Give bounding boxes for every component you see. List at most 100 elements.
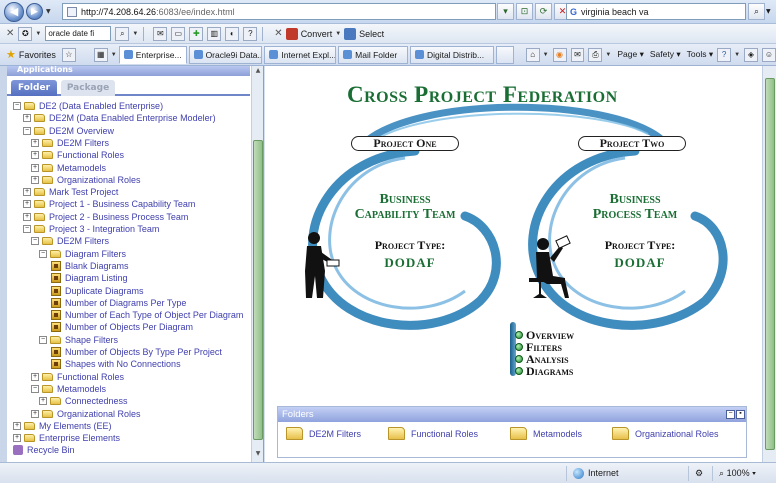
expand-icon[interactable]: + [13, 421, 21, 430]
tree-item[interactable]: Number of Each Type of Object Per Diagra… [51, 309, 243, 321]
favorites-star-icon[interactable]: ★ [6, 48, 16, 61]
tree-item[interactable]: + Enterprise Elements [13, 432, 120, 444]
collapse-icon[interactable]: − [31, 237, 39, 246]
link-diagrams[interactable]: Diagrams [515, 364, 574, 378]
collapse-icon[interactable]: − [23, 126, 31, 135]
left-scrollbar[interactable]: ▲ ▼ [251, 66, 263, 462]
collapse-icon[interactable]: − [13, 102, 21, 110]
tree-item[interactable]: + Connectedness [39, 395, 128, 407]
tab-package[interactable]: Package [61, 80, 115, 96]
add-favorite-icon[interactable]: ☆ [61, 47, 76, 62]
tools-menu[interactable]: Tools ▾ [687, 49, 713, 60]
expand-icon[interactable]: + [31, 163, 39, 172]
add-icon[interactable]: ✚ [189, 26, 204, 41]
tree-item[interactable]: + Organizational Roles [31, 408, 141, 420]
print-dropdown-icon[interactable]: ▼ [605, 52, 611, 58]
expand-icon[interactable]: + [13, 434, 21, 443]
status-zone[interactable]: Internet [566, 466, 686, 481]
search-input[interactable]: G virginia beach va [566, 3, 746, 20]
refresh-icon[interactable]: ⟳ [535, 3, 552, 20]
address-input[interactable]: http://74.208.64.26:6083/ee/index.html [62, 3, 496, 20]
forward-arrow-icon[interactable]: ▶ [26, 3, 43, 20]
toolbar-search-dropdown-icon[interactable]: ▼ [132, 31, 138, 37]
feeds-icon[interactable]: ◉ [552, 47, 567, 62]
tree-item[interactable]: + Project 2 - Business Process Team [23, 211, 188, 223]
collapse-icon[interactable]: − [31, 384, 39, 393]
main-scroll-thumb[interactable] [765, 78, 775, 450]
close-toolbar-icon[interactable]: ✕ [6, 28, 14, 39]
tree-item[interactable]: + My Elements (EE) [13, 420, 112, 432]
window-icon[interactable]: ▭ [171, 26, 186, 41]
tree-item[interactable]: + DE2M Filters [31, 137, 109, 149]
project-one-label[interactable]: Project One [351, 136, 459, 151]
tree-item[interactable]: + Mark Test Project [23, 186, 118, 198]
tab-digital-distrib[interactable]: Digital Distrib... [409, 45, 494, 64]
minimize-panel-icon[interactable]: − [726, 410, 735, 419]
collapse-icon[interactable]: − [23, 225, 31, 233]
tree-item[interactable]: − Diagram Filters [39, 248, 126, 260]
convert-button[interactable]: Convert [285, 27, 332, 40]
folder-item-organizational-roles[interactable]: Organizational Roles [612, 427, 719, 440]
tree-item[interactable]: + Functional Roles [31, 371, 124, 383]
help-dropdown-icon[interactable]: ▼ [734, 52, 740, 58]
toolbar-search-input[interactable]: oracle date fi [45, 26, 112, 41]
home-dropdown-icon[interactable]: ▼ [543, 52, 549, 58]
tree-item[interactable]: Recycle Bin [13, 444, 75, 456]
tree-item[interactable]: − DE2 (Data Enabled Enterprise) [13, 100, 163, 112]
safety-menu[interactable]: Safety ▾ [650, 49, 681, 60]
tab-list-dropdown-icon[interactable]: ▼ [111, 52, 117, 58]
folder-item-metamodels[interactable]: Metamodels [510, 427, 582, 440]
tab-internet-explorer[interactable]: Internet Expl... [264, 45, 337, 64]
scroll-up-arrow-icon[interactable]: ▲ [253, 67, 263, 77]
quick-tabs-icon[interactable]: ▦ [93, 47, 108, 62]
close-convert-toolbar-icon[interactable]: ✕ [274, 28, 282, 39]
research-icon[interactable]: ◈ [744, 47, 758, 62]
search-icon[interactable]: ⌕ [748, 3, 765, 20]
page-menu[interactable]: Page ▾ [617, 49, 644, 60]
expand-icon[interactable]: + [31, 151, 39, 160]
tree-item[interactable]: Number of Objects Per Diagram [51, 321, 193, 333]
collapse-icon[interactable]: − [39, 335, 47, 344]
toolbar-search-icon[interactable]: ⌕ [115, 26, 130, 41]
expand-icon[interactable]: + [31, 138, 39, 147]
home-icon[interactable]: ⌂ [525, 47, 540, 62]
mail-icon[interactable]: ✉ [153, 26, 168, 41]
tab-oracle[interactable]: Oracle9i Data... [188, 45, 263, 64]
compatibility-icon[interactable]: ⊡ [516, 3, 533, 20]
left-scroll-thumb[interactable] [253, 140, 263, 440]
print-icon[interactable]: ⎙ [588, 47, 603, 62]
expand-icon[interactable]: + [31, 175, 39, 184]
expand-icon[interactable]: + [23, 200, 31, 209]
read-mail-icon[interactable]: ✉ [570, 47, 585, 62]
tree-item[interactable]: + Functional Roles [31, 149, 124, 161]
expand-icon[interactable]: + [31, 409, 39, 418]
tree-item[interactable]: Number of Diagrams Per Type [51, 297, 186, 309]
tree-item[interactable]: + Metamodels [31, 162, 106, 174]
tree-item[interactable]: + Project 1 - Business Capability Team [23, 198, 195, 210]
tab-enterprise[interactable]: Enterprise... ✕ [118, 45, 187, 64]
expand-icon[interactable]: + [23, 212, 31, 221]
convert-dropdown-icon[interactable]: ▼ [335, 31, 341, 37]
tab-mail-folder[interactable]: Mail Folder [338, 45, 408, 64]
zoom-control[interactable]: ⌕ 100% ▾ [712, 466, 774, 481]
protected-mode-cell[interactable]: ⚙ [688, 466, 710, 481]
tools-icon[interactable]: ▥ [207, 26, 222, 41]
tree-item[interactable]: − DE2M Overview [23, 125, 114, 137]
weather-icon[interactable]: ◐ [225, 26, 240, 41]
tree-item[interactable]: Diagram Listing [51, 272, 128, 284]
history-dropdown-icon[interactable]: ▼ [46, 8, 51, 15]
project-two-label[interactable]: Project Two [578, 136, 686, 151]
help-menu-icon[interactable]: ? [717, 47, 732, 62]
project-two-team[interactable]: Business Process Team [565, 192, 705, 222]
folder-item-functional-roles[interactable]: Functional Roles [388, 427, 478, 440]
tree-item[interactable]: + Organizational Roles [31, 174, 141, 186]
tree-item[interactable]: − Project 3 - Integration Team [23, 223, 159, 235]
help-icon[interactable]: ? [243, 26, 258, 41]
folder-item-de2m-filters[interactable]: DE2M Filters [286, 427, 361, 440]
back-arrow-icon[interactable]: ◀ [4, 1, 24, 22]
tree-item[interactable]: − DE2M Filters [31, 235, 109, 247]
expand-icon[interactable]: + [23, 188, 31, 197]
tree-item[interactable]: Blank Diagrams [51, 260, 129, 272]
tree-item[interactable]: − Shape Filters [39, 334, 118, 346]
toolbar-logo-icon[interactable]: ✪ [18, 26, 33, 41]
